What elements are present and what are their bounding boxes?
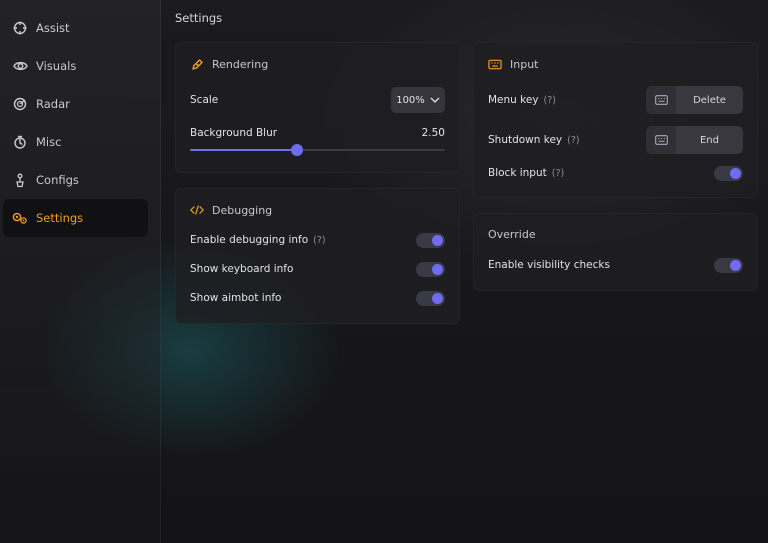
rendering-header: Rendering (190, 57, 268, 71)
debugging-header: Debugging (190, 203, 272, 217)
blur-slider-thumb[interactable] (291, 144, 304, 156)
visibility-checks-label: Enable visibility checks (488, 259, 610, 271)
keyboard-info-row: Show keyboard info (190, 258, 445, 280)
scale-label: Scale (190, 94, 219, 106)
scale-row: Scale 100% (190, 87, 445, 113)
misc-icon (12, 134, 28, 150)
scale-value: 100% (396, 94, 425, 106)
configs-icon (12, 172, 28, 188)
crosshair-icon (12, 20, 28, 36)
blur-value: 2.50 (421, 127, 445, 139)
shutdown-key-value: End (699, 134, 719, 146)
keyboard-info-toggle[interactable] (416, 261, 445, 277)
menu-key-bind[interactable]: Delete (646, 86, 743, 114)
page-title: Settings (175, 11, 223, 25)
menu-key-label: Menu key (?) (488, 94, 557, 106)
aimbot-info-toggle[interactable] (416, 290, 445, 306)
keyboard-icon (646, 126, 676, 154)
eye-icon (12, 58, 28, 74)
sidebar: Assist Visuals Radar Misc Configs Settin… (0, 0, 161, 543)
sidebar-item-label: Settings (36, 211, 84, 225)
radar-icon (12, 96, 28, 112)
scale-dropdown[interactable]: 100% (391, 87, 445, 113)
toggle-knob (432, 292, 443, 304)
toggle-knob (730, 167, 741, 179)
sidebar-item-assist[interactable]: Assist (3, 9, 148, 47)
block-input-row: Block input (?) (488, 162, 743, 184)
blur-slider[interactable] (190, 144, 445, 156)
menu-key-row: Menu key (?) Delete (488, 86, 743, 114)
toggle-knob (730, 259, 741, 271)
keyboard-info-label: Show keyboard info (190, 263, 294, 275)
aimbot-info-label: Show aimbot info (190, 292, 282, 304)
chevron-down-icon (430, 97, 440, 103)
visibility-checks-row: Enable visibility checks (488, 254, 743, 276)
code-icon (190, 203, 204, 217)
override-header: Override (488, 228, 536, 241)
sidebar-item-label: Configs (36, 173, 79, 187)
sidebar-item-label: Radar (36, 97, 70, 111)
debugging-title: Debugging (212, 203, 273, 217)
sidebar-item-misc[interactable]: Misc (3, 123, 148, 161)
block-input-toggle[interactable] (714, 165, 743, 181)
sidebar-item-settings[interactable]: Settings (3, 199, 148, 237)
toggle-knob (432, 263, 443, 275)
input-card: Input Menu key (?) Delete Shutdown key (?)… (473, 42, 758, 198)
settings-icon (12, 210, 28, 226)
input-header: Input (488, 57, 538, 71)
help-icon[interactable]: (?) (544, 95, 556, 106)
shutdown-key-label: Shutdown key (?) (488, 134, 580, 146)
debugging-card: Debugging Enable debugging info (?) Show … (175, 188, 460, 324)
aimbot-info-row: Show aimbot info (190, 287, 445, 309)
shutdown-key-row: Shutdown key (?) End (488, 126, 743, 154)
shutdown-key-bind[interactable]: End (646, 126, 743, 154)
rendering-title: Rendering (212, 57, 269, 71)
debug-info-label: Enable debugging info (?) (190, 234, 326, 246)
help-icon[interactable]: (?) (567, 135, 579, 146)
debug-info-toggle[interactable] (416, 232, 445, 248)
blur-slider-fill (190, 149, 298, 151)
rendering-card: Rendering Scale 100% Background Blur 2.5… (175, 42, 460, 173)
override-title: Override (488, 228, 536, 241)
sidebar-item-configs[interactable]: Configs (3, 161, 148, 199)
blur-label: Background Blur (190, 127, 278, 139)
blur-row: Background Blur 2.50 (190, 122, 445, 144)
sidebar-item-label: Visuals (36, 59, 77, 73)
help-icon[interactable]: (?) (313, 235, 325, 246)
block-input-label: Block input (?) (488, 167, 565, 179)
debug-info-row: Enable debugging info (?) (190, 229, 445, 251)
keyboard-icon (488, 57, 502, 71)
keyboard-icon (646, 86, 676, 114)
sidebar-item-radar[interactable]: Radar (3, 85, 148, 123)
input-title: Input (510, 57, 539, 71)
menu-key-value: Delete (693, 94, 726, 106)
toggle-knob (432, 234, 443, 246)
visibility-checks-toggle[interactable] (714, 257, 743, 273)
sidebar-item-visuals[interactable]: Visuals (3, 47, 148, 85)
sidebar-item-label: Assist (36, 21, 70, 35)
override-card: Override Enable visibility checks (473, 213, 758, 291)
pen-icon (190, 57, 204, 71)
sidebar-item-label: Misc (36, 135, 62, 149)
help-icon[interactable]: (?) (552, 168, 564, 179)
